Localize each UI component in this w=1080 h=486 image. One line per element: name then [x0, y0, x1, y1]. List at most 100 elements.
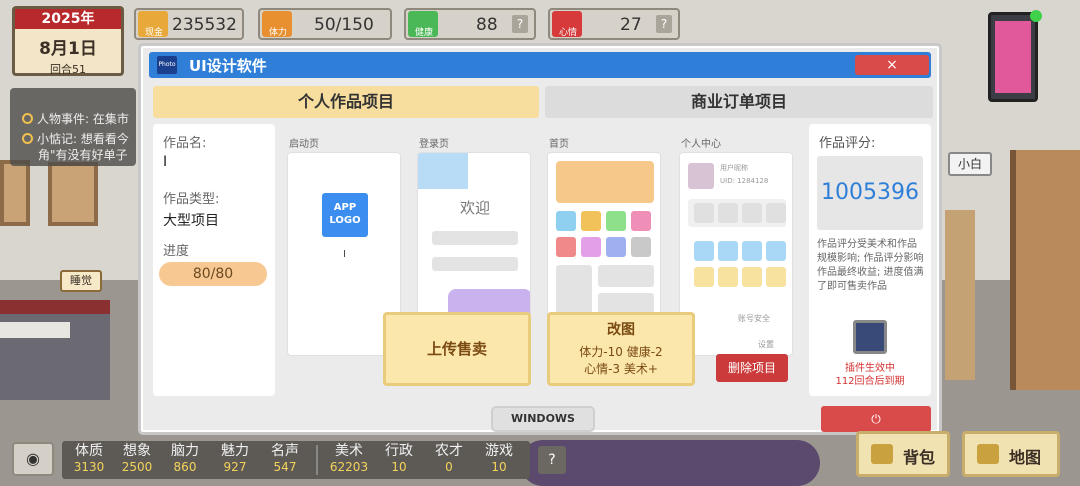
stat-value: 10 — [491, 460, 507, 474]
window-title: UI设计软件 — [189, 57, 267, 75]
home-tile — [581, 211, 601, 231]
edit-cost-line-1: 体力-10 健康-2 — [579, 345, 663, 359]
home-tile — [606, 237, 626, 257]
eye-toggle-button[interactable]: ◉ — [12, 442, 54, 476]
wall-painting-plant — [0, 160, 30, 226]
stat-item: 名声 547 — [258, 443, 312, 475]
health-help-button[interactable]: ? — [512, 15, 528, 33]
map-icon — [977, 444, 999, 464]
wall-painting-portrait — [48, 162, 98, 226]
money-value: 235532 — [172, 15, 237, 35]
page-label-home: 首页 — [549, 139, 569, 150]
app-logo: APP LOGO — [322, 193, 368, 237]
cat-tree — [945, 210, 975, 380]
profile-uid: UID: 1284128 — [720, 177, 769, 185]
photo-app-icon: Photo — [157, 56, 177, 74]
plugin-status-line-2: 112回合后到期 — [835, 376, 905, 387]
stat-item: 行政 10 — [372, 443, 426, 475]
ui-design-app-window: Photo UI设计软件 × 个人作品项目 商业订单项目 作品名: I 作品类型… — [138, 43, 942, 435]
event-ring-icon — [22, 113, 33, 124]
stat-item: 体质 3130 — [62, 443, 116, 475]
home-tile — [581, 237, 601, 257]
stat-name: 游戏 — [485, 443, 513, 459]
event-item[interactable]: 人物事件: 在集市 — [22, 110, 129, 127]
stat-name: 脑力 — [171, 443, 199, 459]
memo-text: 小惦记: 想看看今 — [37, 132, 129, 146]
stats-help-button[interactable]: ? — [538, 446, 566, 474]
stat-item: 想象 2500 — [110, 443, 164, 475]
username-field — [432, 231, 518, 245]
progress-label: 进度 — [163, 244, 190, 259]
stat-name: 魅力 — [221, 443, 249, 459]
upload-sell-button[interactable]: 上传售卖 — [383, 312, 531, 386]
name-value[interactable]: I — [163, 154, 167, 170]
attributes-bar: 体质 3130 想象 2500 脑力 860 魅力 927 名声 547 美术 62203 … — [62, 441, 530, 479]
mood-help-button[interactable]: ? — [656, 15, 672, 33]
stamina-label: 体力 — [268, 28, 287, 38]
sleep-label[interactable]: 睡觉 — [60, 270, 102, 292]
close-button[interactable]: × — [855, 55, 929, 75]
bag-button[interactable]: 背包 — [856, 431, 950, 477]
mood-stat: 心情 27 ? — [548, 8, 680, 40]
phone-button[interactable] — [988, 12, 1038, 102]
stat-value: 927 — [223, 460, 247, 474]
map-button[interactable]: 地图 — [962, 431, 1060, 477]
page-label-login: 登录页 — [419, 139, 449, 150]
name-label: 作品名: — [163, 136, 207, 151]
stat-value: 10 — [391, 460, 407, 474]
home-tile — [631, 211, 651, 231]
plugin-status: 插件生效中 112回合后到期 — [809, 362, 931, 388]
stat-value: 3130 — [73, 460, 105, 474]
stat-name: 名声 — [271, 443, 299, 459]
power-button[interactable]: ⏻ — [821, 406, 931, 432]
profile-tile — [694, 241, 714, 261]
delete-project-button[interactable]: 删除项目 — [716, 354, 788, 382]
profile-tile — [766, 203, 786, 223]
coin-icon: 现金 — [138, 11, 168, 38]
stat-value: 62203 — [329, 460, 369, 474]
date: 8月1日 — [39, 39, 97, 59]
stat-value: 547 — [273, 460, 297, 474]
page-profile[interactable]: 用户昵称 UID: 1284128 账号安全 设置 — [679, 152, 793, 356]
right-door — [1010, 150, 1080, 390]
memo-text-continued: 角"有没有好单子 — [38, 148, 128, 162]
stat-name: 体质 — [75, 443, 103, 459]
heart-icon: 心情 — [552, 11, 582, 38]
stat-item: 魅力 927 — [208, 443, 262, 475]
project-info-panel: 作品名: I 作品类型: 大型项目 进度 80/80 — [153, 124, 275, 396]
lightning-icon: 体力 — [262, 11, 292, 38]
tab-personal-projects[interactable]: 个人作品项目 — [153, 86, 539, 118]
score-label: 作品评分: — [819, 136, 876, 151]
phone-screen — [995, 21, 1031, 93]
stat-name: 行政 — [385, 443, 413, 459]
event-text: 人物事件: 在集市 — [37, 112, 129, 126]
stat-item: 农才 0 — [422, 443, 476, 475]
profile-settings: 设置 — [758, 340, 774, 349]
edit-title: 改图 — [607, 322, 635, 338]
profile-tile — [694, 267, 714, 287]
password-field — [432, 257, 518, 271]
home-tile — [556, 237, 576, 257]
bed — [0, 300, 110, 400]
windows-button[interactable]: WINDOWS — [491, 406, 595, 432]
stat-value: 860 — [173, 460, 197, 474]
stamina-stat: 体力 50/150 — [258, 8, 392, 40]
stat-name: 想象 — [123, 443, 151, 459]
edit-image-button[interactable]: 改图 体力-10 健康-2 心情-3 美术+ — [547, 312, 695, 386]
mood-value: 27 — [620, 15, 642, 35]
profile-tile — [766, 241, 786, 261]
profile-tile — [766, 267, 786, 287]
health-value: 88 — [476, 15, 498, 35]
stat-value: 2500 — [121, 460, 153, 474]
tab-commercial-orders[interactable]: 商业订单项目 — [545, 86, 933, 118]
health-cross-icon: 健康 — [408, 11, 438, 38]
stat-value: 0 — [445, 460, 453, 474]
memo-item[interactable]: 小惦记: 想看看今 — [22, 130, 129, 147]
round: 回合51 — [50, 63, 86, 76]
profile-tile — [742, 241, 762, 261]
score-value: 1005396 — [817, 156, 923, 230]
stat-name: 美术 — [335, 443, 363, 459]
bag-icon — [871, 444, 893, 464]
profile-tile — [694, 203, 714, 223]
profile-tile — [742, 267, 762, 287]
